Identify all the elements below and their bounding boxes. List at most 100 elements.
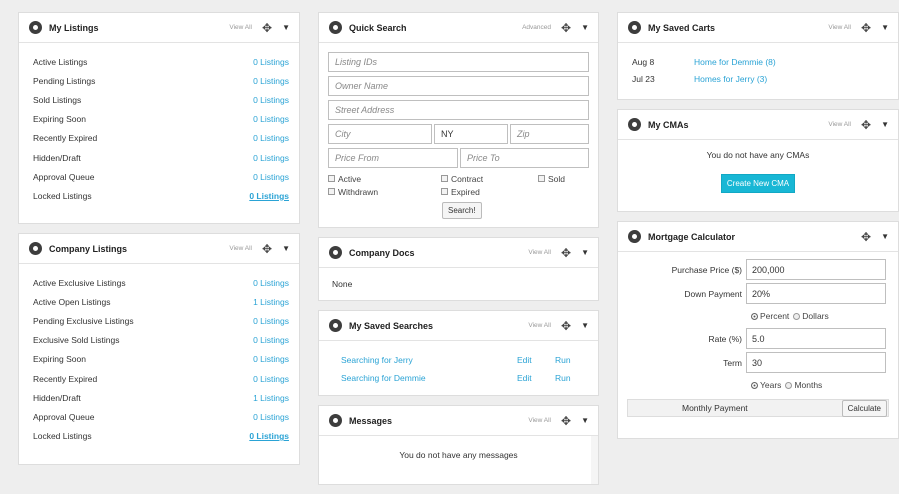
collapse-icon[interactable]: ▼ <box>282 244 290 253</box>
collapse-icon[interactable]: ▼ <box>881 23 889 32</box>
gear-icon[interactable] <box>29 242 42 255</box>
move-icon[interactable]: ✥ <box>861 119 871 131</box>
empty-message: You do not have any messages <box>399 450 518 460</box>
quick-search-widget: Quick Search Advanced ✥ ▼ Listing IDs Ow… <box>318 12 599 228</box>
withdrawn-checkbox[interactable]: Withdrawn <box>328 187 441 197</box>
listings-count-link[interactable]: 0 Listings <box>249 431 289 441</box>
move-icon[interactable]: ✥ <box>561 247 571 259</box>
listings-count-link[interactable]: 1 Listings <box>253 297 289 307</box>
collapse-icon[interactable]: ▼ <box>282 23 290 32</box>
list-item: Recently Expired 0 Listings <box>33 133 289 144</box>
move-icon[interactable]: ✥ <box>561 320 571 332</box>
calculate-button[interactable]: Calculate <box>841 399 887 417</box>
move-icon[interactable]: ✥ <box>561 415 571 427</box>
view-all-link[interactable]: View All <box>229 245 252 252</box>
saved-search-link[interactable]: Searching for Jerry <box>341 355 517 365</box>
mortgage-calculator-header: Mortgage Calculator ✥ ▼ <box>618 222 898 252</box>
listings-count-link[interactable]: 0 Listings <box>253 95 289 105</box>
move-icon[interactable]: ✥ <box>861 231 871 243</box>
listings-count-link[interactable]: 0 Listings <box>253 412 289 422</box>
listings-count-link[interactable]: 0 Listings <box>253 114 289 124</box>
create-cma-button[interactable]: Create New CMA <box>720 174 796 193</box>
city-input[interactable]: City <box>328 124 432 144</box>
move-icon[interactable]: ✥ <box>262 22 272 34</box>
purchase-price-label: Purchase Price ($) <box>671 264 742 275</box>
advanced-search-link[interactable]: Advanced <box>522 24 551 31</box>
listings-count-link[interactable]: 0 Listings <box>253 335 289 345</box>
listings-count-link[interactable]: 0 Listings <box>253 76 289 86</box>
listings-count-link[interactable]: 0 Listings <box>253 133 289 143</box>
sold-checkbox[interactable]: Sold <box>538 174 565 184</box>
list-item: Pending Listings 0 Listings <box>33 75 289 86</box>
gear-icon[interactable] <box>329 319 342 332</box>
down-payment-label: Down Payment <box>684 288 742 299</box>
gear-icon[interactable] <box>329 21 342 34</box>
dollars-radio[interactable]: Dollars <box>793 311 829 321</box>
view-all-link[interactable]: View All <box>528 249 551 256</box>
view-all-link[interactable]: View All <box>828 24 851 31</box>
view-all-link[interactable]: View All <box>528 417 551 424</box>
listings-count-link[interactable]: 0 Listings <box>253 316 289 326</box>
monthly-payment-row: Monthly Payment Calculate <box>627 399 889 417</box>
listings-count-link[interactable]: 0 Listings <box>249 191 289 201</box>
scrollbar[interactable] <box>591 436 598 484</box>
rate-input[interactable]: 5.0 <box>746 328 886 349</box>
collapse-icon[interactable]: ▼ <box>581 321 589 330</box>
move-icon[interactable]: ✥ <box>861 22 871 34</box>
gear-icon[interactable] <box>628 21 641 34</box>
listings-count-link[interactable]: 0 Listings <box>253 278 289 288</box>
cart-link[interactable]: Home for Demmie (8) <box>694 57 776 67</box>
listings-count-link[interactable]: 0 Listings <box>253 172 289 182</box>
collapse-icon[interactable]: ▼ <box>581 248 589 257</box>
view-all-link[interactable]: View All <box>229 24 252 31</box>
run-link[interactable]: Run <box>555 373 571 383</box>
saved-search-link[interactable]: Searching for Demmie <box>341 373 517 383</box>
listings-count-link[interactable]: 0 Listings <box>253 354 289 364</box>
run-link[interactable]: Run <box>555 355 571 365</box>
cart-link[interactable]: Homes for Jerry (3) <box>694 74 767 84</box>
search-button[interactable]: Search! <box>442 202 482 219</box>
listings-count-link[interactable]: 0 Listings <box>253 374 289 384</box>
company-docs-header: Company Docs View All ✥ ▼ <box>319 238 598 268</box>
collapse-icon[interactable]: ▼ <box>881 232 889 241</box>
listings-count-link[interactable]: 1 Listings <box>253 393 289 403</box>
active-checkbox[interactable]: Active <box>328 174 441 184</box>
list-item: Locked Listings 0 Listings <box>33 431 289 442</box>
listing-ids-input[interactable]: Listing IDs <box>328 52 589 72</box>
street-address-input[interactable]: Street Address <box>328 100 589 120</box>
view-all-link[interactable]: View All <box>828 121 851 128</box>
edit-link[interactable]: Edit <box>517 373 555 383</box>
widget-title: My CMAs <box>648 119 689 130</box>
zip-input[interactable]: Zip <box>510 124 589 144</box>
price-to-input[interactable]: Price To <box>460 148 589 168</box>
quick-search-header: Quick Search Advanced ✥ ▼ <box>319 13 598 43</box>
gear-icon[interactable] <box>29 21 42 34</box>
term-input[interactable]: 30 <box>746 352 886 373</box>
down-payment-input[interactable]: 20% <box>746 283 886 304</box>
owner-name-input[interactable]: Owner Name <box>328 76 589 96</box>
years-radio[interactable]: Years <box>751 380 781 390</box>
monthly-payment-label: Monthly Payment <box>682 403 748 413</box>
move-icon[interactable]: ✥ <box>561 22 571 34</box>
collapse-icon[interactable]: ▼ <box>581 416 589 425</box>
collapse-icon[interactable]: ▼ <box>881 120 889 129</box>
company-docs-widget: Company Docs View All ✥ ▼ None <box>318 237 599 301</box>
gear-icon[interactable] <box>628 230 641 243</box>
gear-icon[interactable] <box>628 118 641 131</box>
contract-checkbox[interactable]: Contract <box>441 174 538 184</box>
months-radio[interactable]: Months <box>785 380 822 390</box>
gear-icon[interactable] <box>329 414 342 427</box>
expired-checkbox[interactable]: Expired <box>441 187 480 197</box>
gear-icon[interactable] <box>329 246 342 259</box>
state-input[interactable]: NY <box>434 124 508 144</box>
purchase-price-input[interactable]: 200,000 <box>746 259 886 280</box>
edit-link[interactable]: Edit <box>517 355 555 365</box>
price-from-input[interactable]: Price From <box>328 148 458 168</box>
listings-count-link[interactable]: 0 Listings <box>253 57 289 67</box>
list-item: Sold Listings 0 Listings <box>33 94 289 105</box>
move-icon[interactable]: ✥ <box>262 243 272 255</box>
percent-radio[interactable]: Percent <box>751 311 789 321</box>
view-all-link[interactable]: View All <box>528 322 551 329</box>
collapse-icon[interactable]: ▼ <box>581 23 589 32</box>
listings-count-link[interactable]: 0 Listings <box>253 153 289 163</box>
